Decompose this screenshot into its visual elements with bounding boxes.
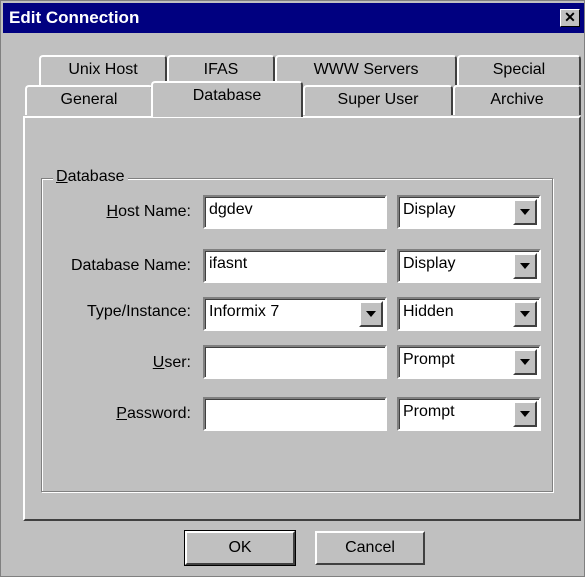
tab-general[interactable]: General bbox=[25, 85, 153, 115]
tab-label: Super User bbox=[337, 91, 419, 108]
host-name-label: Host Name: bbox=[106, 203, 191, 220]
tab-archive[interactable]: Archive bbox=[453, 85, 581, 115]
type-instance-select[interactable]: Informix 7 bbox=[203, 297, 387, 331]
dropdown-button[interactable] bbox=[513, 253, 537, 279]
tab-label: Archive bbox=[490, 91, 544, 108]
window-title: Edit Connection bbox=[9, 8, 140, 27]
tab-database[interactable]: Database bbox=[151, 81, 303, 117]
dropdown-button[interactable] bbox=[513, 301, 537, 327]
database-name-mode-select[interactable]: Display bbox=[397, 249, 541, 283]
tab-www-servers[interactable]: WWW Servers bbox=[275, 55, 457, 85]
user-label: User: bbox=[152, 354, 191, 371]
type-instance-label: Type/Instance: bbox=[86, 303, 191, 320]
groupbox-label: Database bbox=[53, 168, 128, 186]
close-button[interactable]: ✕ bbox=[560, 9, 580, 27]
password-input[interactable] bbox=[203, 397, 387, 431]
host-name-input[interactable]: dgdev bbox=[203, 195, 387, 229]
user-mode-select[interactable]: Prompt bbox=[397, 345, 541, 379]
user-input[interactable] bbox=[203, 345, 387, 379]
tab-label: Database bbox=[192, 87, 262, 104]
tab-special[interactable]: Special bbox=[457, 55, 581, 85]
title-bar: Edit Connection ✕ bbox=[3, 3, 584, 33]
select-value: Display bbox=[403, 201, 456, 218]
chevron-down-icon bbox=[520, 311, 530, 317]
dropdown-button[interactable] bbox=[513, 349, 537, 375]
chevron-down-icon bbox=[520, 263, 530, 269]
ok-button[interactable]: OK bbox=[184, 530, 296, 566]
select-value: Prompt bbox=[403, 351, 455, 368]
close-icon: ✕ bbox=[564, 9, 576, 25]
password-mode-select[interactable]: Prompt bbox=[397, 397, 541, 431]
tab-unix-host[interactable]: Unix Host bbox=[39, 55, 167, 85]
database-name-label: Database Name: bbox=[70, 257, 191, 274]
tab-label: General bbox=[60, 91, 118, 108]
type-instance-mode-select[interactable]: Hidden bbox=[397, 297, 541, 331]
dropdown-button[interactable] bbox=[513, 401, 537, 427]
host-name-mode-select[interactable]: Display bbox=[397, 195, 541, 229]
tab-label: Unix Host bbox=[68, 61, 138, 78]
dropdown-button[interactable] bbox=[513, 199, 537, 225]
dropdown-button[interactable] bbox=[359, 301, 383, 327]
chevron-down-icon bbox=[520, 209, 530, 215]
database-name-input[interactable]: ifasnt bbox=[203, 249, 387, 283]
tab-label: IFAS bbox=[203, 61, 239, 78]
cancel-button[interactable]: Cancel bbox=[315, 531, 425, 565]
select-value: Hidden bbox=[403, 303, 454, 320]
select-value: Prompt bbox=[403, 403, 455, 420]
chevron-down-icon bbox=[520, 359, 530, 365]
tab-label: WWW Servers bbox=[313, 61, 419, 78]
tab-super-user[interactable]: Super User bbox=[303, 85, 453, 115]
select-value: Display bbox=[403, 255, 456, 272]
edit-connection-dialog: Edit Connection ✕ Unix Host IFAS WWW Ser… bbox=[0, 0, 585, 577]
select-value: Informix 7 bbox=[209, 303, 280, 320]
password-label: Password: bbox=[116, 405, 191, 422]
tab-label: Special bbox=[492, 61, 546, 78]
chevron-down-icon bbox=[520, 411, 530, 417]
chevron-down-icon bbox=[366, 311, 376, 317]
